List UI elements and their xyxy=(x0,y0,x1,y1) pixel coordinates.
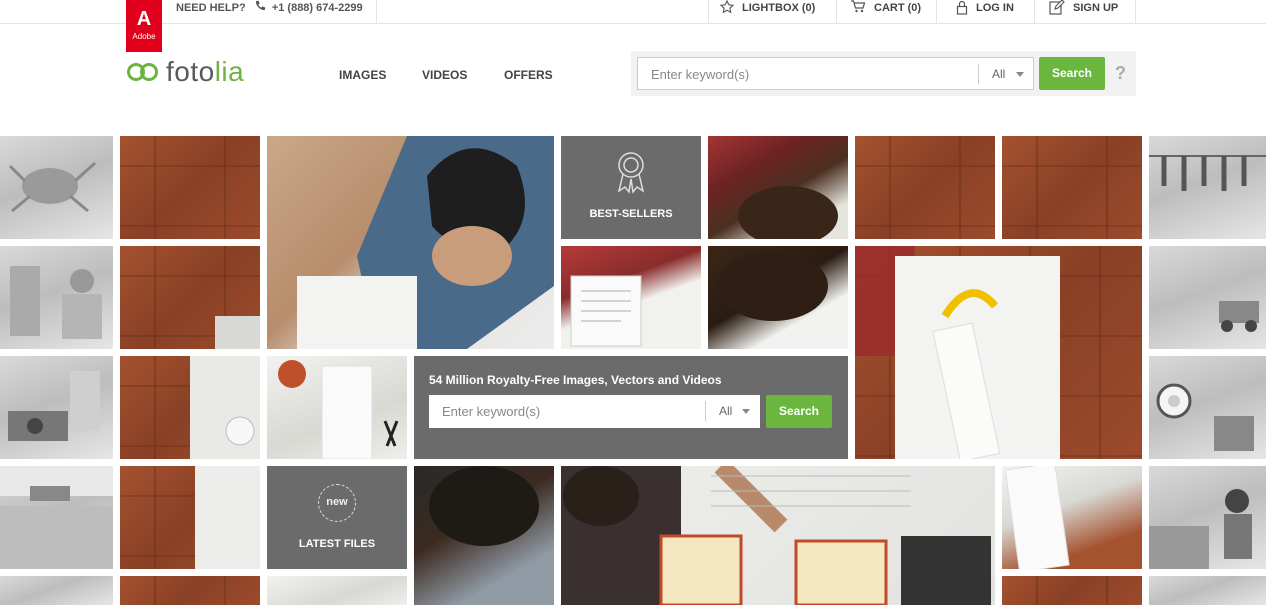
featured-image-tile[interactable] xyxy=(561,466,995,605)
header-search-input[interactable]: Enter keyword(s) All xyxy=(637,57,1034,90)
image-tile[interactable] xyxy=(120,246,260,349)
login-link[interactable]: LOG IN xyxy=(956,0,1014,24)
award-ribbon-icon xyxy=(617,152,645,194)
hero-title: 54 Million Royalty-Free Images, Vectors … xyxy=(429,373,722,387)
image-tile[interactable] xyxy=(120,466,260,569)
image-tile[interactable] xyxy=(267,356,407,459)
image-tile[interactable] xyxy=(1149,576,1266,605)
image-tile[interactable] xyxy=(120,356,260,459)
divider xyxy=(836,0,837,24)
image-tile[interactable] xyxy=(1002,466,1142,569)
fotolia-rings-icon xyxy=(127,63,158,81)
need-help-label: NEED HELP? xyxy=(176,2,246,14)
image-tile[interactable] xyxy=(1149,356,1266,459)
hero-scope-select[interactable]: All xyxy=(719,404,732,418)
image-tile[interactable] xyxy=(120,136,260,239)
cart-link[interactable]: CART (0) xyxy=(850,0,921,24)
login-label: LOG IN xyxy=(976,2,1014,14)
divider xyxy=(376,0,377,24)
divider xyxy=(1034,0,1035,24)
image-tile[interactable] xyxy=(0,246,113,349)
edit-icon xyxy=(1049,0,1065,15)
divider xyxy=(1135,0,1136,24)
fotolia-logo[interactable]: fotolia xyxy=(126,56,244,88)
phone-number[interactable]: +1 (888) 674-2299 xyxy=(272,2,363,14)
divider xyxy=(978,64,979,84)
hero-search-placeholder: Enter keyword(s) xyxy=(442,404,541,419)
divider xyxy=(936,0,937,24)
image-tile[interactable] xyxy=(0,576,113,605)
chevron-down-icon[interactable] xyxy=(1016,72,1024,77)
image-tile[interactable] xyxy=(1149,246,1266,349)
lightbox-link[interactable]: LIGHTBOX (0) xyxy=(720,0,815,24)
lightbox-label: LIGHTBOX (0) xyxy=(742,2,816,14)
header-search: Enter keyword(s) All Search ? xyxy=(631,51,1136,96)
image-tile[interactable] xyxy=(708,136,848,239)
image-tile[interactable] xyxy=(1002,136,1142,239)
wordmark-prefix: foto xyxy=(166,56,215,87)
nav-images[interactable]: IMAGES xyxy=(339,68,386,82)
image-tile[interactable] xyxy=(561,246,701,349)
chevron-down-icon[interactable] xyxy=(742,409,750,414)
image-tile[interactable] xyxy=(1149,136,1266,239)
new-badge-label: new xyxy=(326,496,348,508)
best-sellers-label: BEST-SELLERS xyxy=(589,208,673,220)
image-tile[interactable] xyxy=(267,576,407,605)
featured-image-tile[interactable] xyxy=(855,246,1142,459)
hero-search-panel: 54 Million Royalty-Free Images, Vectors … xyxy=(414,356,848,459)
fotolia-wordmark: fotolia xyxy=(166,56,244,88)
help-icon[interactable]: ? xyxy=(1115,63,1126,84)
image-tile[interactable] xyxy=(120,576,260,605)
adobe-logo-text: Adobe xyxy=(132,32,156,41)
phone-icon xyxy=(255,0,269,14)
lock-icon xyxy=(956,0,968,15)
featured-image-tile[interactable] xyxy=(267,136,554,349)
new-badge-icon: new xyxy=(318,484,356,522)
nav-videos[interactable]: VIDEOS xyxy=(422,68,467,82)
image-tile[interactable] xyxy=(0,466,113,569)
latest-files-label: LATEST FILES xyxy=(298,538,376,550)
divider xyxy=(705,401,706,421)
signup-label: SIGN UP xyxy=(1073,2,1119,14)
hero-search-button[interactable]: Search xyxy=(766,395,832,428)
latest-files-tile[interactable]: new LATEST FILES xyxy=(267,466,407,569)
star-icon xyxy=(720,0,734,14)
image-tile[interactable] xyxy=(0,356,113,459)
wordmark-suffix: lia xyxy=(214,56,245,87)
help-contact: NEED HELP? +1 (888) 674-2299 xyxy=(176,0,363,24)
signup-link[interactable]: SIGN UP xyxy=(1049,0,1118,24)
image-tile[interactable] xyxy=(0,136,113,239)
adobe-logo-mark: A xyxy=(136,8,152,30)
image-tile[interactable] xyxy=(855,136,995,239)
hero-search-input[interactable]: Enter keyword(s) All xyxy=(429,395,760,428)
search-button[interactable]: Search xyxy=(1039,57,1105,90)
image-tile[interactable] xyxy=(414,466,554,605)
nav-offers[interactable]: OFFERS xyxy=(504,68,553,82)
search-placeholder: Enter keyword(s) xyxy=(651,67,750,82)
image-tile[interactable] xyxy=(1002,576,1142,605)
image-tile[interactable] xyxy=(708,246,848,349)
search-scope-select[interactable]: All xyxy=(992,67,1005,81)
best-sellers-tile[interactable]: BEST-SELLERS xyxy=(561,136,701,239)
image-tile[interactable] xyxy=(1149,466,1266,569)
cart-label: CART (0) xyxy=(874,2,922,14)
adobe-logo[interactable]: A Adobe xyxy=(126,0,162,52)
divider xyxy=(708,0,709,24)
cart-icon xyxy=(851,0,866,13)
